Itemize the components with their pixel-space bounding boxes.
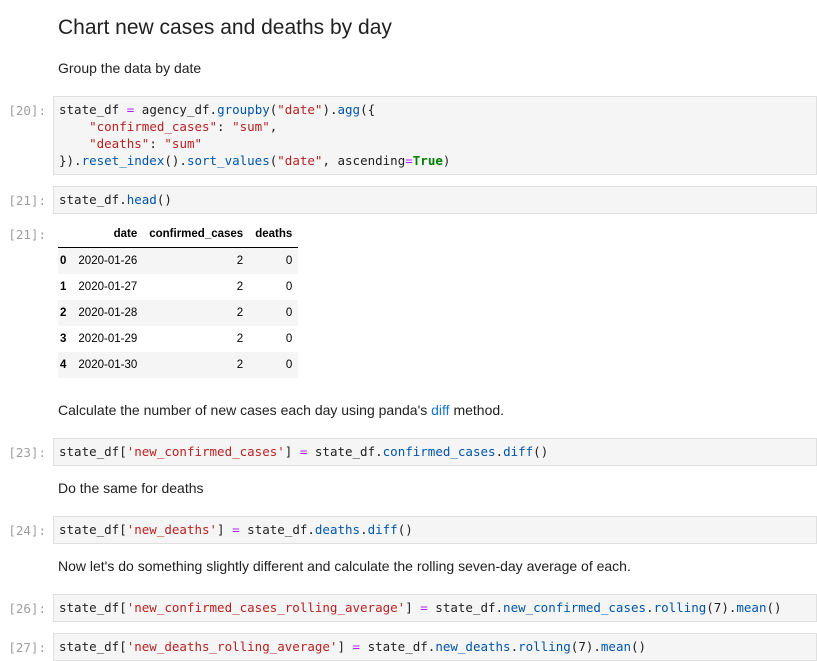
- row-index: 3: [60, 333, 67, 345]
- prompt-27: [27]:: [8, 640, 46, 655]
- prompt-21: [21]:: [8, 193, 46, 208]
- cell-confirmed-cases: 2: [236, 307, 244, 319]
- cell-confirmed-cases: 2: [236, 255, 244, 267]
- prompt-23: [23]:: [8, 445, 46, 460]
- prompt-20: [20]:: [8, 103, 46, 118]
- cell-deaths: 0: [285, 281, 293, 293]
- cell-date: 2020-01-27: [78, 281, 138, 293]
- code-cell-24[interactable]: state_df['new_deaths'] = state_df.deaths…: [53, 516, 817, 544]
- cell-deaths: 0: [285, 333, 293, 345]
- row-index: 0: [60, 255, 67, 267]
- code-cell-20[interactable]: state_df = agency_df.groupby("date").agg…: [53, 96, 817, 175]
- markdown-diff-text: Calculate the number of new cases each d…: [58, 402, 505, 418]
- cell-deaths: 0: [285, 307, 293, 319]
- cell-deaths: 0: [285, 359, 293, 371]
- cell-date: 2020-01-29: [78, 333, 138, 345]
- column-header-date: date: [72, 224, 144, 248]
- markdown-deaths-text: Do the same for deaths: [58, 480, 204, 496]
- table-row: 0 2020-01-26 2 0: [58, 247, 299, 274]
- code-cell-23[interactable]: state_df['new_confirmed_cases'] = state_…: [53, 438, 817, 466]
- code-cell-21[interactable]: state_df.head(): [53, 186, 817, 214]
- column-header-confirmed-cases: confirmed_cases: [143, 224, 250, 248]
- markdown-group-text: Group the data by date: [58, 60, 202, 76]
- cell-date: 2020-01-30: [78, 359, 138, 371]
- dataframe-table: date confirmed_cases deaths 0 2020-01-26…: [58, 224, 299, 378]
- prompt-26: [26]:: [8, 601, 46, 616]
- table-row: 1 2020-01-27 2 0: [58, 274, 298, 300]
- code-cell-27[interactable]: state_df['new_deaths_rolling_average'] =…: [53, 633, 817, 661]
- table-row: 4 2020-01-30 2 0: [58, 352, 299, 378]
- markdown-rolling-text: Now let's do something slightly differen…: [58, 558, 631, 574]
- cell-confirmed-cases: 2: [236, 333, 244, 345]
- cell-date: 2020-01-28: [78, 307, 138, 319]
- index-header: [58, 224, 73, 248]
- cell-confirmed-cases: 2: [236, 281, 244, 293]
- cell-deaths: 0: [285, 255, 293, 267]
- prompt-21-output: [21]:: [8, 227, 46, 242]
- table-row: 3 2020-01-29 2 0: [58, 326, 298, 352]
- column-header-deaths: deaths: [249, 224, 299, 248]
- row-index: 1: [60, 281, 67, 293]
- cell-date: 2020-01-26: [78, 255, 138, 267]
- cell-confirmed-cases: 2: [236, 359, 244, 371]
- prompt-24: [24]:: [8, 523, 46, 538]
- section-heading: Chart new cases and deaths by day: [58, 16, 392, 39]
- diff-link[interactable]: diff: [431, 402, 449, 418]
- row-index: 4: [60, 359, 67, 371]
- table-row: 2 2020-01-28 2 0: [58, 300, 299, 326]
- code-cell-26[interactable]: state_df['new_confirmed_cases_rolling_av…: [53, 594, 817, 622]
- row-index: 2: [60, 307, 67, 319]
